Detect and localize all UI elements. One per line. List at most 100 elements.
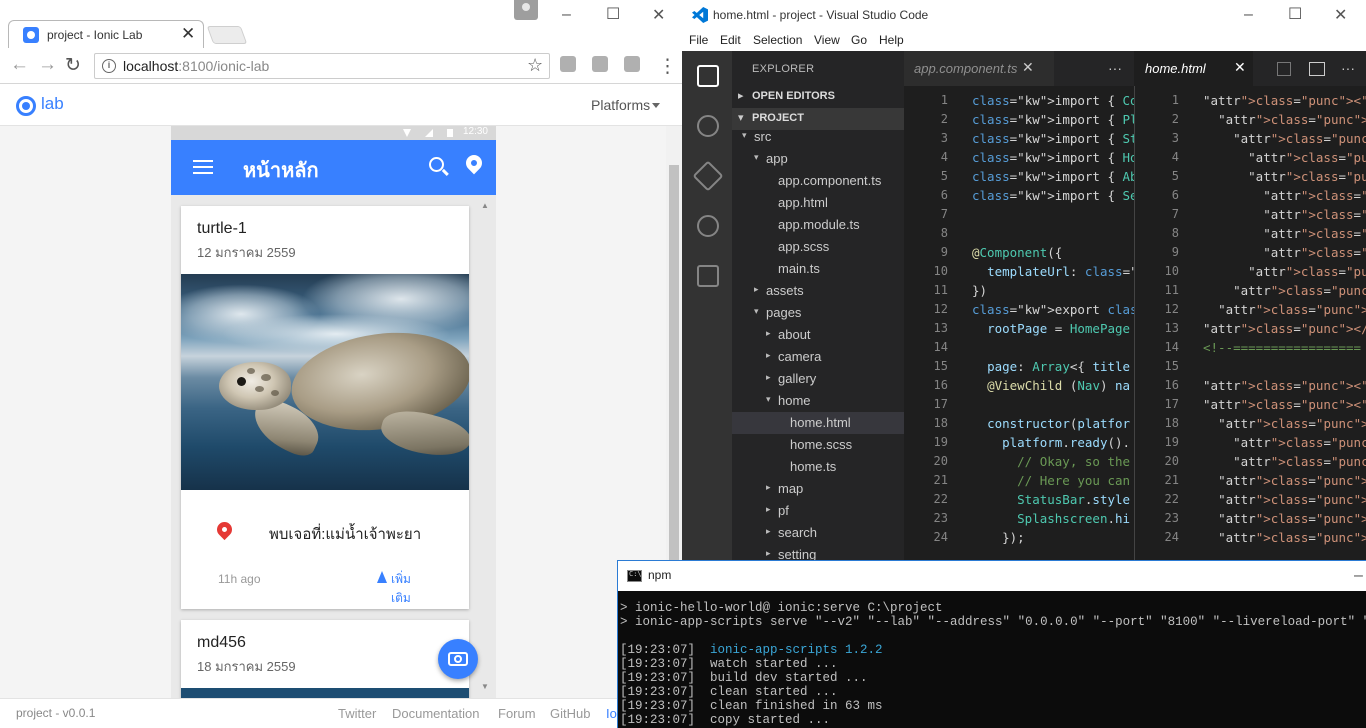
lab-footer: project - v0.0.1 Twitter Documentation F… (0, 698, 682, 728)
debug-icon[interactable] (697, 215, 719, 237)
footer-link-ionic[interactable]: Io (606, 706, 617, 721)
footer-link-twitter[interactable]: Twitter (338, 706, 376, 721)
more-actions-icon[interactable]: ··· (1108, 60, 1122, 76)
forward-icon[interactable]: → (38, 54, 57, 76)
code-editor[interactable]: 1 "attr">class="punc"><"attr">class="tag"… (1135, 86, 1366, 560)
tree-item-app-component-ts[interactable]: app.component.ts (732, 170, 904, 192)
profile-icon[interactable] (514, 0, 538, 20)
chrome-menu-icon[interactable]: ⋮ (658, 55, 677, 78)
platforms-dropdown[interactable]: Platforms (591, 97, 650, 113)
line-number: 19 (1164, 435, 1179, 449)
info-icon[interactable]: i (102, 59, 116, 73)
extension-icon[interactable] (624, 56, 640, 72)
scroll-up-icon[interactable]: ▲ (481, 201, 489, 210)
menu-view[interactable]: View (814, 33, 840, 47)
tree-item-camera[interactable]: ▸ camera (732, 346, 904, 368)
code-editor[interactable]: 1 class="kw">import { Component,Vi 2 class=… (904, 86, 1134, 560)
tree-item-app-module-ts[interactable]: app.module.ts (732, 214, 904, 236)
tree-item-setting[interactable]: ▸ setting (732, 544, 904, 560)
new-tab-button[interactable] (206, 26, 248, 44)
maximize-button[interactable]: ☐ (1288, 4, 1302, 24)
menu-bar: File Edit Selection View Go Help (682, 30, 1366, 51)
tree-item-search[interactable]: ▸ search (732, 522, 904, 544)
source-control-icon[interactable] (692, 160, 724, 192)
close-window-button[interactable]: ✕ (1334, 5, 1347, 25)
search-icon[interactable] (429, 157, 444, 172)
minimize-button[interactable]: – (562, 6, 571, 24)
menu-icon[interactable] (193, 160, 213, 174)
line-number: 1 (940, 93, 948, 107)
scroll-down-icon[interactable]: ▼ (481, 682, 489, 691)
camera-fab-button[interactable] (438, 639, 478, 679)
menu-file[interactable]: File (689, 33, 708, 47)
footer-link-documentation[interactable]: Documentation (392, 706, 479, 721)
search-icon[interactable] (697, 115, 719, 137)
camera-icon (448, 652, 468, 666)
console-output[interactable]: > ionic-hello-world@ ionic:serve C:\proj… (618, 601, 1366, 728)
code-line: }); (972, 530, 1025, 545)
footer-link-github[interactable]: GitHub (550, 706, 590, 721)
split-editor-icon[interactable] (1309, 62, 1325, 76)
line-number: 2 (940, 112, 948, 126)
tree-item-home-scss[interactable]: home.scss (732, 434, 904, 456)
editor-group-right: home.html ✕ ··· 1 "attr">class="punc"><"a… (1135, 51, 1366, 560)
card[interactable]: md456 18 มกราคม 2559 (181, 620, 469, 698)
close-icon[interactable]: ✕ (1234, 59, 1246, 76)
menu-go[interactable]: Go (851, 33, 867, 47)
tree-item-label: home.ts (790, 459, 837, 474)
tree-item-app-html[interactable]: app.html (732, 192, 904, 214)
open-editors-section[interactable]: ▸ OPEN EDITORS (732, 86, 904, 108)
tree-item-pf[interactable]: ▸ pf (732, 500, 904, 522)
code-line: "attr">class="punc"></"attr">class="tag"… (1203, 321, 1366, 336)
tree-item-about[interactable]: ▸ about (732, 324, 904, 346)
tree-item-home-ts[interactable]: home.ts (732, 456, 904, 478)
card-date: 12 มกราคม 2559 (197, 245, 296, 260)
address-bar[interactable]: i localhost:8100/ionic-lab ☆ (94, 53, 550, 79)
turtle-photo (181, 274, 469, 490)
map-pin-icon[interactable] (462, 151, 486, 175)
bookmark-star-icon[interactable]: ☆ (527, 55, 543, 76)
tree-item-main-ts[interactable]: main.ts (732, 258, 904, 280)
minimize-button[interactable]: – (1354, 567, 1363, 585)
extension-icon[interactable] (592, 56, 608, 72)
footer-link-forum[interactable]: Forum (498, 706, 536, 721)
activity-bar (682, 51, 732, 560)
close-icon[interactable]: ✕ (1022, 59, 1034, 76)
tab-close-icon[interactable]: ✕ (181, 24, 195, 44)
device-status-bar: 12:30 (171, 126, 496, 140)
tree-item-home[interactable]: ▾ home (732, 390, 904, 412)
code-line: "attr">class="punc"><"attr">class="tag">… (1203, 378, 1366, 393)
tab-app-component[interactable]: app.component.ts ✕ (904, 51, 1054, 86)
tree-item-app[interactable]: ▾ app (732, 148, 904, 170)
chevron-right-icon: ▸ (738, 90, 744, 102)
tree-item-src[interactable]: ▾ src (732, 126, 904, 148)
tree-item-home-html[interactable]: home.html (732, 412, 904, 434)
menu-edit[interactable]: Edit (720, 33, 741, 47)
menu-help[interactable]: Help (879, 33, 904, 47)
code-line: platform.ready(). (1002, 435, 1131, 450)
open-changes-icon[interactable] (1277, 62, 1291, 76)
menu-selection[interactable]: Selection (753, 33, 802, 47)
tree-item-pages[interactable]: ▾ pages (732, 302, 904, 324)
explorer-icon[interactable] (697, 65, 719, 87)
extension-icon[interactable] (560, 56, 576, 72)
minimize-button[interactable]: – (1244, 6, 1253, 24)
reload-icon[interactable]: ↻ (65, 54, 81, 77)
tab-home-html[interactable]: home.html ✕ (1135, 51, 1253, 86)
extensions-icon[interactable] (697, 265, 719, 287)
browser-tab[interactable]: project - Ionic Lab ✕ (8, 20, 204, 48)
card[interactable]: turtle-1 12 มกราคม 2559 พบเจอที่:แม่น้ำเ… (181, 206, 469, 609)
more-actions-icon[interactable]: ··· (1341, 60, 1355, 76)
close-window-button[interactable]: ✕ (652, 5, 665, 25)
line-number: 10 (1164, 264, 1179, 278)
navigate-arrow-icon (377, 571, 387, 583)
tree-item-app-scss[interactable]: app.scss (732, 236, 904, 258)
tree-item-assets[interactable]: ▸ assets (732, 280, 904, 302)
back-icon[interactable]: ← (10, 54, 29, 76)
chevron-down-icon[interactable] (652, 103, 660, 108)
content-scrollbar[interactable]: ▲ ▼ (481, 201, 489, 693)
maximize-button[interactable]: ☐ (606, 4, 620, 24)
tree-item-map[interactable]: ▸ map (732, 478, 904, 500)
tree-item-gallery[interactable]: ▸ gallery (732, 368, 904, 390)
line-number: 9 (1171, 245, 1179, 259)
